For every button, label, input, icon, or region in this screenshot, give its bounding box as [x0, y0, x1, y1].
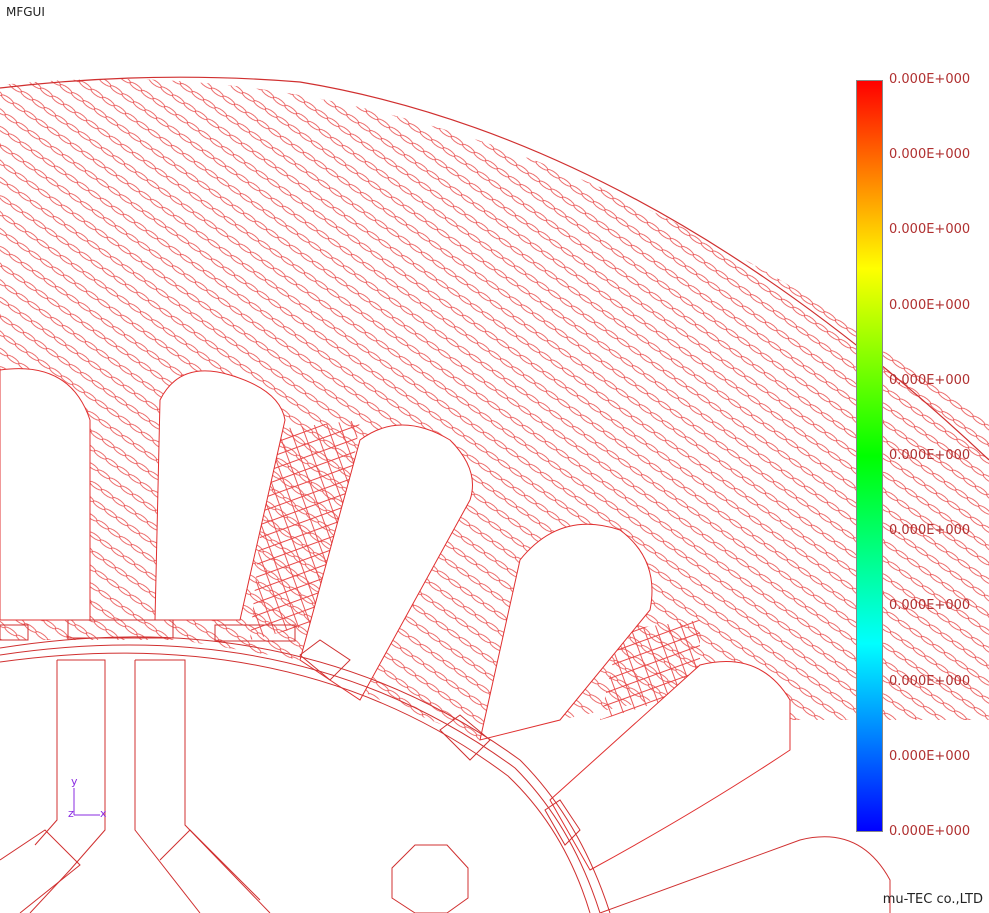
rotor-lower-outline: [599, 836, 891, 913]
flux-hatch-field: [0, 78, 989, 741]
color-scale-label: 0.000E+000: [889, 372, 971, 388]
color-scale-label: 0.000E+000: [889, 598, 971, 614]
app-title: MFGUI: [6, 5, 45, 19]
color-scale-label: 0.000E+000: [889, 673, 971, 689]
model-viewport[interactable]: [0, 0, 989, 913]
color-scale-label: 0.000E+000: [889, 297, 971, 313]
axis-x-label: x: [100, 807, 107, 820]
color-scale-label: 0.000E+000: [889, 523, 971, 539]
axis-triad: [73, 788, 100, 816]
color-scale-bar: [856, 80, 883, 832]
color-scale-label: 0.000E+000: [889, 824, 971, 839]
color-scale-label: 0.000E+000: [889, 448, 971, 463]
color-scale-label: 0.000E+000: [889, 222, 971, 238]
axis-y-label: y: [71, 775, 78, 788]
color-scale-label: 0.000E+000: [889, 72, 971, 87]
color-scale-label: 0.000E+000: [889, 748, 971, 764]
rotor-octagon-hole: [391, 844, 469, 913]
company-label: mu-TEC co.,LTD: [882, 892, 983, 907]
rotor-ribs: [0, 659, 271, 913]
axis-z-label: z: [68, 807, 74, 820]
color-scale-label: 0.000E+000: [889, 147, 971, 163]
